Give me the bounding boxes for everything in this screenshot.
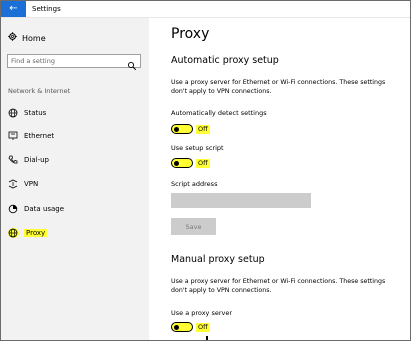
data-usage-icon [8,204,19,214]
use-proxy-toggle-row: Off [171,322,210,332]
script-address-label: Script address [171,180,218,188]
manual-proxy-heading: Manual proxy setup [171,254,265,265]
sidebar-item-label: Dial-up [24,156,49,164]
globe-icon [8,228,19,238]
sidebar-item-label: Status [24,109,47,117]
auto-detect-label: Automatically detect settings [171,109,267,117]
section-label: Network & Internet [8,87,71,95]
use-proxy-state: Off [196,322,210,332]
toggle-knob [174,126,179,132]
sidebar-item-label: Ethernet [24,132,55,140]
setup-script-label: Use setup script [171,144,224,152]
main-content: Proxy Automatic proxy setup Use a proxy … [149,18,410,340]
use-proxy-label: Use a proxy server [171,309,233,317]
auto-detect-toggle[interactable] [171,124,193,134]
back-arrow-icon: ← [9,3,18,14]
sidebar-item-proxy[interactable]: Proxy [8,227,48,239]
gear-icon [8,32,18,43]
setup-script-toggle[interactable] [171,158,193,168]
script-address-field[interactable] [171,193,311,208]
save-button[interactable]: Save [171,218,216,235]
back-button[interactable]: ← [1,1,26,17]
search-icon[interactable] [127,56,137,71]
manual-proxy-description: Use a proxy server for Ethernet or Wi-Fi… [171,278,386,294]
sidebar-item-ethernet[interactable]: Ethernet [8,130,54,142]
sidebar-item-label: Proxy [24,229,48,237]
globe-icon [8,108,19,118]
setup-script-state: Off [196,158,210,168]
sidebar-item-vpn[interactable]: VPN [8,178,38,190]
home-label: Home [22,34,46,43]
sidebar-item-dial-up[interactable]: Dial-up [8,154,49,166]
vpn-icon [8,179,19,189]
setup-script-toggle-row: Off [171,158,210,168]
use-proxy-toggle[interactable] [171,322,193,332]
home-link[interactable]: Home [8,32,46,43]
settings-window: ← Settings Home Find a setting Network &… [0,0,411,341]
phone-icon [8,155,19,165]
window-title: Settings [32,5,61,13]
sidebar-item-status[interactable]: Status [8,107,46,119]
sidebar-item-label: Data usage [24,205,65,213]
automatic-proxy-description: Use a proxy server for Ethernet or Wi-Fi… [171,79,386,95]
ethernet-icon [8,131,19,141]
page-title: Proxy [171,26,210,42]
automatic-proxy-heading: Automatic proxy setup [171,55,279,66]
sidebar: Home Network & Internet Status [1,18,149,340]
sidebar-item-label: VPN [24,180,39,188]
sidebar-item-data-usage[interactable]: Data usage [8,203,64,215]
auto-detect-state: Off [196,124,210,134]
search-input[interactable] [11,55,123,67]
toggle-knob [174,160,179,166]
text-cursor [206,336,208,340]
auto-detect-toggle-row: Off [171,124,210,134]
title-bar: ← Settings [1,1,410,18]
search-box [7,54,141,71]
toggle-knob [174,324,179,330]
